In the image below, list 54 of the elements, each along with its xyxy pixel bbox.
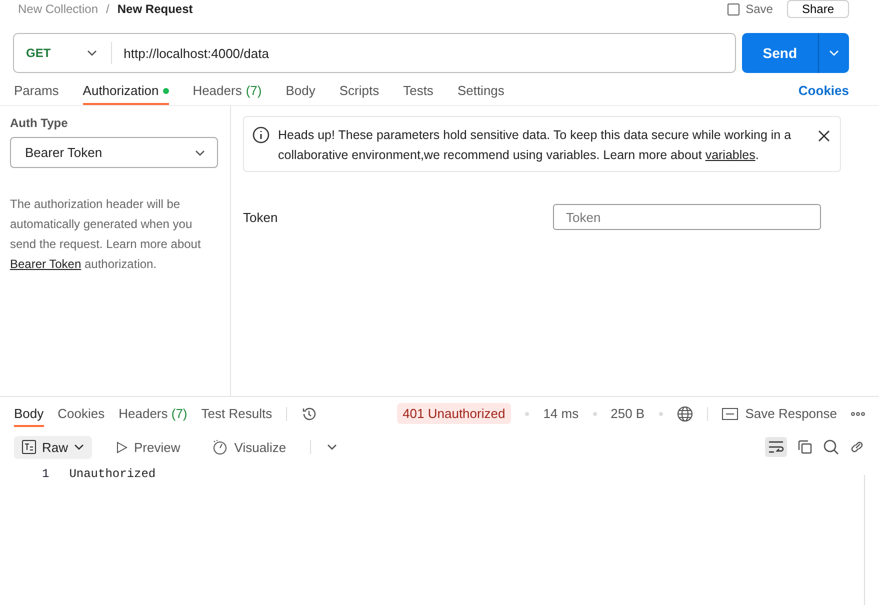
gauge-icon [212,439,228,455]
response-time: 14 ms [543,406,579,421]
response-tab[interactable]: Cookies [58,400,105,427]
chevron-down-icon [327,444,338,450]
text-icon [22,440,36,454]
status-badge: 401 Unauthorized [396,403,512,424]
code-line: Unauthorized [69,467,156,481]
response-tab[interactable]: Body [14,400,44,427]
info-icon [252,126,270,144]
response-tab[interactable]: Test Results [201,400,272,427]
save-response-button[interactable]: Save Response [722,406,837,421]
link-icon[interactable] [849,439,865,455]
wrap-lines-toggle[interactable] [765,437,787,457]
token-label: Token [243,210,278,224]
request-tab[interactable]: Tests [403,83,434,105]
request-tab[interactable]: Body [286,83,316,105]
breadcrumb-item[interactable]: New Collection [18,2,98,16]
chevron-down-icon [829,50,839,56]
view-option[interactable]: Preview [108,436,188,458]
globe-icon[interactable] [676,406,693,422]
auth-type-dropdown[interactable]: Bearer Token [10,137,218,168]
request-tab[interactable]: Scripts [339,83,380,105]
request-tab[interactable]: Authorization [82,83,169,105]
request-tab[interactable]: Headers (7) [192,83,262,105]
save-button[interactable]: Save [720,1,779,17]
play-icon [116,440,128,454]
auth-description: The authorization header will be automatically generated when you send the request. Learn more about Bearer Token authorization. [10,196,202,273]
variables-link[interactable]: variables [705,148,756,162]
url-field[interactable]: http://localhost:4000/data [112,46,269,60]
share-button[interactable]: Share [786,0,849,18]
chevron-down-icon [74,444,84,450]
token-field[interactable]: Token [553,204,821,230]
history-icon[interactable] [301,406,318,422]
method-dropdown[interactable]: GET [14,42,112,64]
send-button[interactable]: Send [742,33,849,73]
line-number: 1 [42,467,50,481]
auth-type-label: Auth Type [10,116,69,130]
search-icon[interactable] [823,439,839,455]
breadcrumb-item: New Request [117,2,193,16]
view-option[interactable]: Visualize [204,435,294,459]
chevron-down-icon [195,150,205,156]
save-icon [726,2,740,16]
copy-icon[interactable] [797,439,813,455]
notice-text: Heads up! These parameters hold sensitive data. To keep this data secure while working in a collaborative environment,we recommend using variables. Learn more about variables. [278,127,792,164]
more-icon[interactable] [851,412,865,416]
view-option[interactable]: Raw [14,436,92,458]
response-tab[interactable]: Headers (7) [118,400,188,427]
response-size: 250 B [610,406,645,421]
chevron-down-icon [86,50,97,56]
request-tab[interactable]: Params [14,83,59,105]
bearer-token-link[interactable]: Bearer Token [10,257,82,271]
cookies-link[interactable]: Cookies [798,83,849,105]
request-tab[interactable]: Settings [457,83,504,105]
breadcrumb-separator: / [106,2,110,16]
